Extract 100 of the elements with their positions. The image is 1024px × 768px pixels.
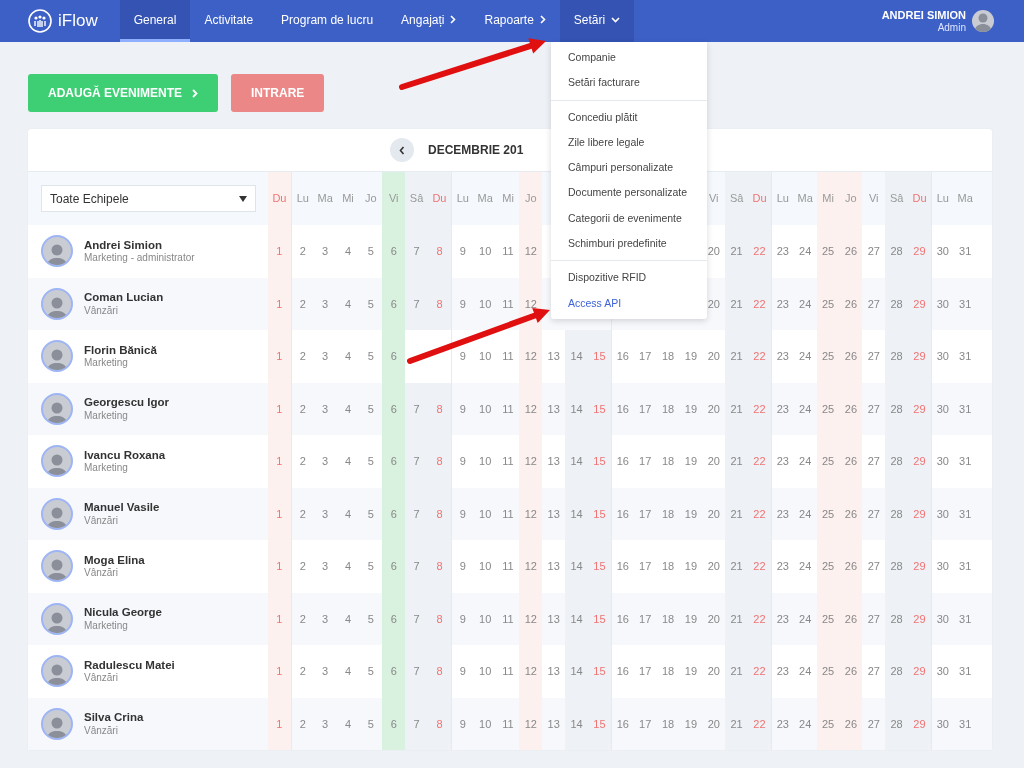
day-cell[interactable]: 21 xyxy=(725,592,749,645)
day-cell[interactable]: 19 xyxy=(679,645,703,698)
day-cell[interactable]: 17 xyxy=(633,645,657,698)
day-cell[interactable]: 31 xyxy=(953,435,977,488)
day-cell[interactable]: 29 xyxy=(908,225,931,278)
day-cell[interactable]: 11 xyxy=(496,277,520,330)
day-cell[interactable]: 16 xyxy=(610,645,634,698)
day-cell[interactable]: 26 xyxy=(839,382,863,435)
day-cell[interactable]: 14 xyxy=(565,330,589,383)
day-cell[interactable]: 17 xyxy=(633,697,657,750)
day-cell[interactable]: 22 xyxy=(748,540,771,593)
day-cell[interactable]: 6 xyxy=(382,330,406,383)
menu-item[interactable]: Categorii de evenimente xyxy=(551,205,707,232)
day-cell[interactable]: 6 xyxy=(382,487,406,540)
day-cell[interactable]: 25 xyxy=(816,592,840,645)
day-cell[interactable]: 26 xyxy=(839,277,863,330)
day-cell[interactable]: 31 xyxy=(953,277,977,330)
day-cell[interactable]: 18 xyxy=(656,645,680,698)
day-cell[interactable]: 16 xyxy=(610,540,634,593)
day-cell[interactable]: 11 xyxy=(496,645,520,698)
day-cell[interactable]: 26 xyxy=(839,487,863,540)
employee-name[interactable]: Georgescu Igor xyxy=(84,395,169,410)
day-cell[interactable]: 11 xyxy=(496,592,520,645)
day-cell[interactable]: 7 xyxy=(405,225,428,278)
day-cell[interactable]: 10 xyxy=(473,540,497,593)
day-cell[interactable]: 7 xyxy=(405,697,428,750)
entry-button[interactable]: INTRARE xyxy=(231,74,325,112)
day-cell[interactable]: 29 xyxy=(908,277,931,330)
day-cell[interactable]: 4 xyxy=(336,592,360,645)
employee-name[interactable]: Andrei Simion xyxy=(84,237,195,253)
day-cell[interactable]: 30 xyxy=(930,645,954,698)
day-cell[interactable]: 18 xyxy=(656,382,680,435)
day-cell[interactable]: 29 xyxy=(908,435,931,488)
day-cell[interactable]: 17 xyxy=(633,382,657,435)
day-cell[interactable]: 25 xyxy=(816,540,840,593)
team-select[interactable]: Toate Echipele xyxy=(41,185,256,212)
day-cell[interactable]: 9 xyxy=(450,697,474,750)
day-cell[interactable]: 26 xyxy=(839,225,863,278)
logo-icon[interactable] xyxy=(28,9,52,33)
day-cell[interactable]: 2 xyxy=(290,225,314,278)
day-cell[interactable]: 21 xyxy=(725,540,749,593)
day-cell[interactable]: 10 xyxy=(473,435,497,488)
day-cell[interactable]: 27 xyxy=(862,592,886,645)
day-cell[interactable]: 7 xyxy=(405,540,428,593)
day-cell[interactable]: 19 xyxy=(679,330,703,383)
day-cell[interactable]: 6 xyxy=(382,645,406,698)
day-cell[interactable]: 10 xyxy=(473,592,497,645)
day-cell[interactable]: 4 xyxy=(336,435,360,488)
day-cell[interactable]: 7 xyxy=(405,277,428,330)
day-cell[interactable]: 6 xyxy=(382,382,406,435)
day-cell[interactable]: 3 xyxy=(313,382,337,435)
day-cell[interactable]: 23 xyxy=(770,435,794,488)
day-cell[interactable]: 1 xyxy=(268,330,291,383)
menu-item[interactable]: Concediu plătit xyxy=(551,104,707,130)
nav-item[interactable]: Program de lucru xyxy=(267,0,388,42)
day-cell[interactable]: 2 xyxy=(290,330,314,383)
day-cell[interactable]: 31 xyxy=(953,225,977,278)
day-cell[interactable]: 7 xyxy=(405,592,428,645)
nav-item[interactable]: Setări xyxy=(559,0,635,42)
day-cell[interactable]: 25 xyxy=(816,225,840,278)
day-cell[interactable]: 31 xyxy=(953,697,977,750)
day-cell[interactable]: 2 xyxy=(290,435,314,488)
day-cell[interactable]: 28 xyxy=(885,277,909,330)
day-cell[interactable]: 4 xyxy=(336,487,360,540)
day-cell[interactable]: 30 xyxy=(930,540,954,593)
day-cell[interactable]: 29 xyxy=(908,697,931,750)
day-cell[interactable]: 25 xyxy=(816,277,840,330)
employee-name[interactable]: Coman Lucian xyxy=(84,290,164,305)
day-cell[interactable]: 4 xyxy=(336,382,360,435)
day-cell[interactable]: 13 xyxy=(542,645,566,698)
add-events-button[interactable]: ADAUGĂ EVENIMENTE xyxy=(28,74,218,112)
day-cell[interactable]: 8 xyxy=(428,277,451,330)
day-cell[interactable]: 30 xyxy=(930,330,954,383)
day-cell[interactable]: 28 xyxy=(885,225,909,278)
day-cell[interactable]: 7 xyxy=(405,435,428,488)
day-cell[interactable]: 7 xyxy=(405,382,428,435)
menu-item[interactable]: Câmpuri personalizate xyxy=(551,155,707,181)
day-cell[interactable]: 14 xyxy=(565,592,589,645)
day-cell[interactable]: 19 xyxy=(679,540,703,593)
day-cell[interactable]: 11 xyxy=(496,697,520,750)
day-cell[interactable]: 4 xyxy=(336,277,360,330)
day-cell[interactable]: 27 xyxy=(862,277,886,330)
employee-name[interactable]: Silva Crina xyxy=(84,710,144,725)
day-cell[interactable]: 31 xyxy=(953,382,977,435)
menu-item[interactable]: Setări facturare xyxy=(551,70,707,96)
day-cell[interactable]: 8 xyxy=(428,225,451,278)
day-cell[interactable]: 14 xyxy=(565,382,589,435)
day-cell[interactable]: 18 xyxy=(656,697,680,750)
day-cell[interactable]: 19 xyxy=(679,435,703,488)
day-cell[interactable]: 24 xyxy=(793,592,817,645)
day-cell[interactable]: 12 xyxy=(519,540,543,593)
day-cell[interactable]: 20 xyxy=(702,697,726,750)
day-cell[interactable]: 27 xyxy=(862,697,886,750)
day-cell[interactable]: 31 xyxy=(953,540,977,593)
day-cell[interactable]: 21 xyxy=(725,487,749,540)
day-cell[interactable]: 12 xyxy=(519,645,543,698)
day-cell[interactable]: 25 xyxy=(816,435,840,488)
logo-text[interactable]: iFlow xyxy=(58,8,98,34)
day-cell[interactable]: 9 xyxy=(450,645,474,698)
day-cell[interactable]: 2 xyxy=(290,645,314,698)
